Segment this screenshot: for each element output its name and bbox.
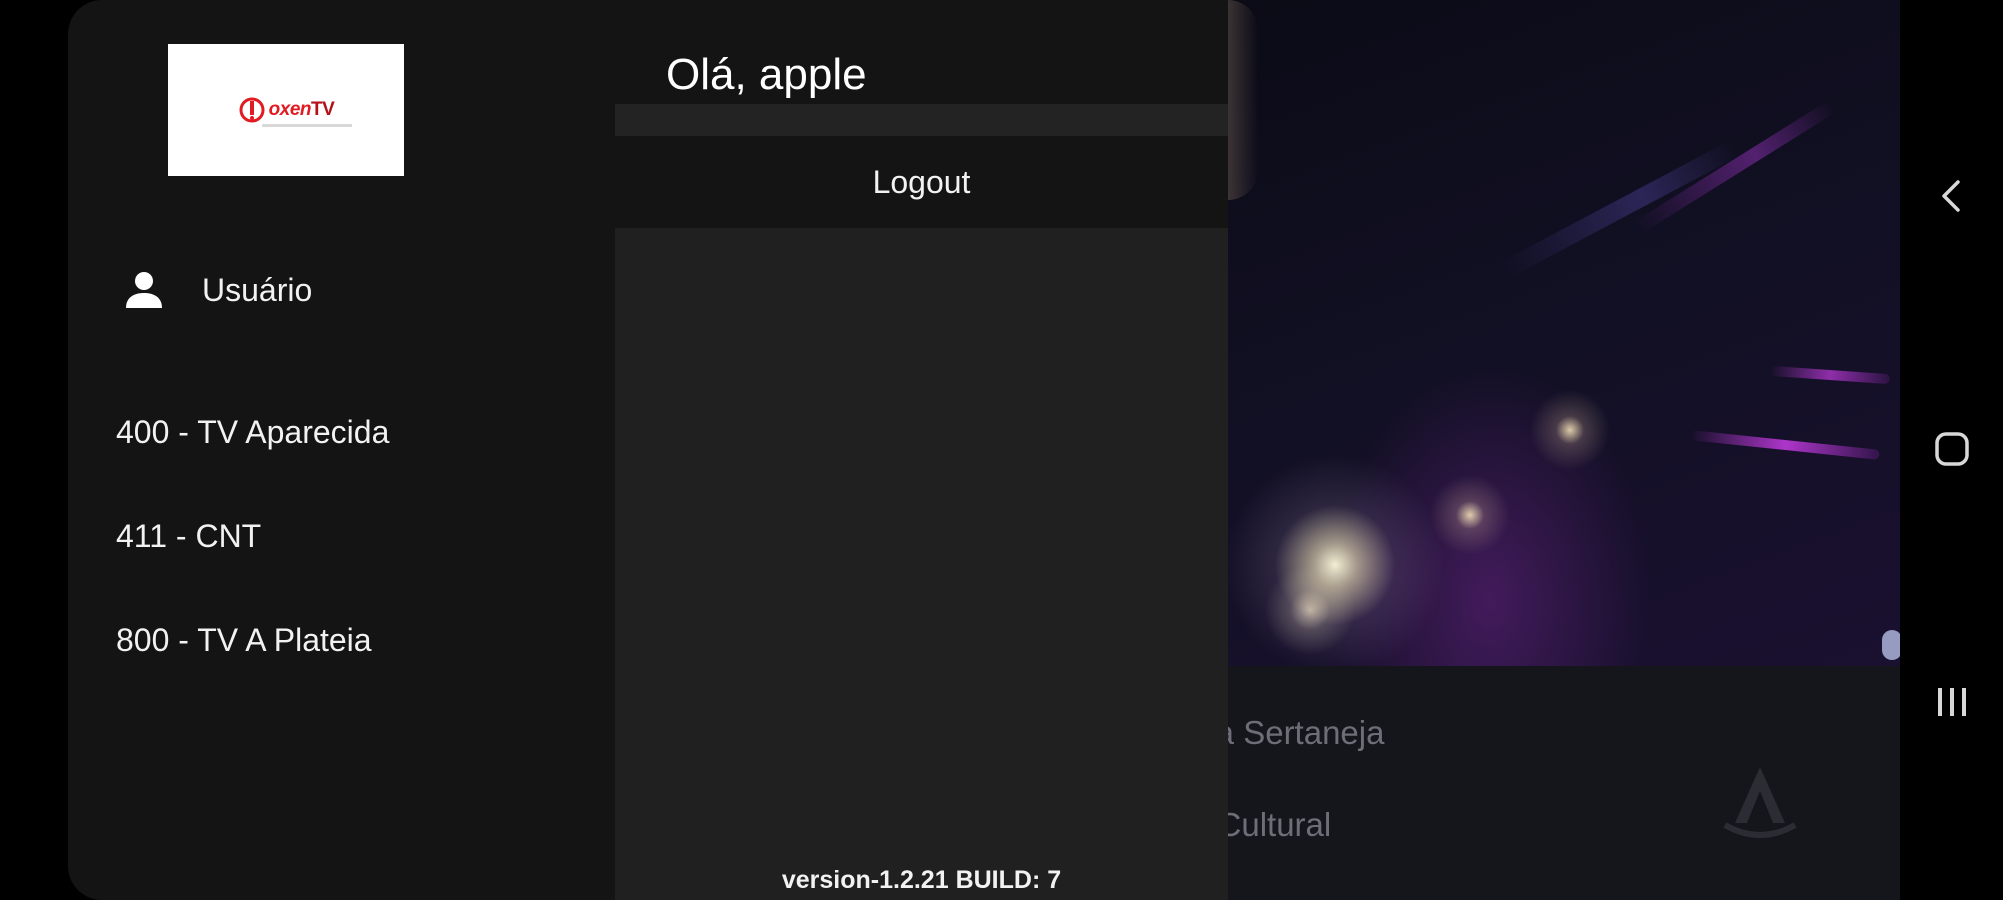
divider bbox=[615, 104, 1228, 136]
recents-button[interactable] bbox=[1926, 676, 1978, 728]
sidebar-item-user[interactable]: Usuário bbox=[120, 262, 540, 318]
channel-item[interactable]: 400 - TV Aparecida bbox=[116, 414, 389, 451]
app-logo: oxenTV bbox=[168, 44, 404, 176]
logout-label: Logout bbox=[872, 163, 971, 200]
system-nav-bar bbox=[1900, 0, 2003, 900]
program-list: ida Sertaneja n Cultural bbox=[1190, 666, 1900, 900]
panel-edge-shadow bbox=[1228, 0, 1258, 200]
sidebar-item-label: Usuário bbox=[202, 271, 313, 308]
stage-light-beam bbox=[1769, 365, 1891, 385]
stage-light-beam bbox=[1633, 100, 1837, 234]
logo-tagline-line bbox=[262, 124, 352, 127]
home-button[interactable] bbox=[1926, 423, 1978, 475]
back-button[interactable] bbox=[1926, 170, 1978, 222]
chevron-left-icon bbox=[1942, 180, 1960, 212]
video-background: ida Sertaneja n Cultural bbox=[1190, 0, 1900, 900]
navigation-drawer: oxenTV Usuário 400 - TV Aparecida 411 - … bbox=[68, 0, 615, 900]
recents-bars-icon bbox=[1938, 688, 1966, 716]
home-square-icon bbox=[1935, 432, 1969, 466]
video-player[interactable] bbox=[1190, 0, 1900, 666]
channel-item[interactable]: 800 - TV A Plateia bbox=[116, 622, 372, 659]
logo-wordmark: oxenTV bbox=[268, 99, 335, 120]
user-panel: Olá, apple Logout version-1.2.21 BUILD: … bbox=[615, 0, 1228, 900]
panel-header: Olá, apple bbox=[615, 0, 1228, 104]
logout-button[interactable]: Logout bbox=[615, 136, 1228, 228]
channel-item[interactable]: 411 - CNT bbox=[116, 518, 261, 555]
channel-logo-icon bbox=[1723, 767, 1797, 838]
stage-light-beam bbox=[1689, 430, 1881, 460]
player-scrubber-handle[interactable] bbox=[1882, 630, 1900, 660]
version-label: version-1.2.21 BUILD: 7 bbox=[781, 866, 1062, 894]
logo-mark-icon bbox=[239, 97, 265, 123]
stage-light-beam bbox=[1500, 140, 1740, 278]
person-icon bbox=[126, 272, 162, 308]
greeting-title: Olá, apple bbox=[666, 50, 867, 99]
